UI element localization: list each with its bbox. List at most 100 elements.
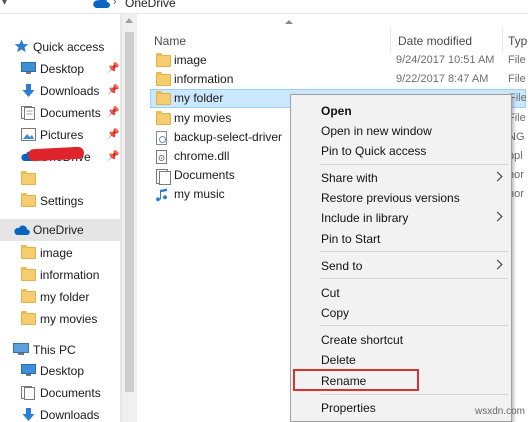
file-type: File f bbox=[508, 54, 528, 66]
file-name: Documents bbox=[174, 168, 235, 182]
cloud-icon bbox=[13, 225, 30, 239]
pin-icon[interactable]: 📌 bbox=[107, 151, 119, 162]
menu-item-label: Properties bbox=[321, 401, 376, 415]
menu-separator bbox=[320, 325, 508, 326]
nav-item-label: my movies bbox=[40, 312, 98, 326]
column-separator[interactable] bbox=[502, 28, 503, 52]
image-file-icon bbox=[156, 131, 171, 145]
nav-item-label: my folder bbox=[40, 290, 90, 304]
menu-item-label: Share with bbox=[321, 171, 378, 185]
folder-icon bbox=[21, 193, 36, 209]
column-separator[interactable] bbox=[390, 28, 391, 52]
pin-icon[interactable]: 📌 bbox=[107, 129, 119, 140]
nav-this-pc-label: This PC bbox=[33, 343, 76, 357]
breadcrumb-onedrive[interactable]: OneDrive bbox=[125, 0, 176, 10]
menu-separator bbox=[320, 394, 508, 395]
download-arrow-icon bbox=[22, 408, 37, 422]
nav-item-label: Downloads bbox=[40, 84, 100, 98]
computer-icon bbox=[13, 343, 29, 357]
menu-item-create-shortcut[interactable]: Create shortcut bbox=[293, 330, 509, 350]
menu-item-label: Open bbox=[321, 104, 352, 118]
nav-item-redacted-folder[interactable] bbox=[0, 168, 120, 190]
nav-pc-child[interactable]: Documents bbox=[0, 382, 120, 404]
menu-item-restore-versions[interactable]: Restore previous versions bbox=[293, 188, 509, 208]
nav-item-label: image bbox=[40, 246, 73, 260]
folder-icon bbox=[21, 289, 36, 305]
file-name: image bbox=[174, 53, 207, 67]
address-bar[interactable]: ▾ › OneDrive bbox=[0, 0, 528, 14]
desktop-icon bbox=[21, 364, 36, 378]
desktop-icon bbox=[21, 62, 36, 76]
nav-item-pictures[interactable]: Pictures 📌 bbox=[0, 124, 120, 146]
nav-onedrive-child[interactable]: my folder bbox=[0, 286, 120, 308]
nav-scrollbar[interactable] bbox=[121, 14, 137, 422]
menu-item-pin-start[interactable]: Pin to Start bbox=[293, 229, 509, 249]
nav-onedrive-child[interactable]: my movies bbox=[0, 308, 120, 330]
menu-item-open-new-window[interactable]: Open in new window bbox=[293, 121, 509, 141]
menu-item-label: Include in library bbox=[321, 211, 409, 225]
file-date: 9/24/2017 10:51 AM bbox=[396, 54, 495, 66]
nav-item-label: Documents bbox=[40, 106, 101, 120]
menu-item-delete[interactable]: Delete bbox=[293, 350, 509, 370]
folder-icon bbox=[21, 245, 36, 261]
documents-icon bbox=[21, 106, 36, 120]
file-name: my folder bbox=[174, 91, 224, 105]
navigation-pane: Quick access Desktop 📌 Downloads 📌 Docum… bbox=[0, 14, 120, 422]
folder-icon bbox=[21, 171, 36, 187]
menu-item-label: Delete bbox=[321, 353, 356, 367]
nav-onedrive-label: OneDrive bbox=[33, 223, 84, 237]
sort-arrow-icon bbox=[285, 20, 293, 24]
nav-item-documents[interactable]: Documents 📌 bbox=[0, 102, 120, 124]
menu-item-open[interactable]: Open bbox=[293, 101, 509, 121]
folder-icon bbox=[156, 72, 171, 88]
folder-icon bbox=[21, 267, 36, 283]
folder-icon bbox=[156, 53, 171, 69]
nav-item-downloads[interactable]: Downloads 📌 bbox=[0, 80, 120, 102]
menu-item-label: Send to bbox=[321, 259, 363, 273]
nav-onedrive-child[interactable]: image bbox=[0, 242, 120, 264]
menu-item-label: Pin to Start bbox=[321, 232, 381, 246]
menu-item-label: Copy bbox=[321, 306, 350, 320]
nav-item-label: Desktop bbox=[40, 364, 85, 378]
menu-item-copy[interactable]: Copy bbox=[293, 303, 509, 323]
chevron-down-icon[interactable]: ▾ bbox=[2, 0, 14, 11]
pin-icon[interactable]: 📌 bbox=[107, 107, 119, 118]
file-name: chrome.dll bbox=[174, 149, 230, 163]
nav-quick-access[interactable]: Quick access bbox=[0, 36, 120, 58]
file-type: File f bbox=[508, 73, 528, 85]
documents-icon bbox=[21, 386, 36, 400]
nav-this-pc[interactable]: This PC bbox=[0, 339, 120, 361]
pin-icon[interactable]: 📌 bbox=[107, 63, 119, 74]
file-name: information bbox=[174, 72, 234, 86]
file-row[interactable]: information 9/22/2017 8:47 AM File f bbox=[150, 70, 528, 89]
menu-item-label: Restore previous versions bbox=[321, 191, 460, 205]
dll-file-icon bbox=[156, 150, 171, 164]
nav-onedrive-child[interactable]: information bbox=[0, 264, 120, 286]
pictures-icon bbox=[21, 128, 36, 142]
file-row[interactable]: image 9/24/2017 10:51 AM File f bbox=[150, 51, 528, 70]
nav-pc-child[interactable]: Downloads bbox=[0, 404, 120, 422]
nav-item-desktop[interactable]: Desktop 📌 bbox=[0, 58, 120, 80]
menu-item-pin-quick-access[interactable]: Pin to Quick access bbox=[293, 141, 509, 161]
file-date: 9/22/2017 8:47 AM bbox=[396, 73, 489, 85]
menu-item-cut[interactable]: Cut bbox=[293, 283, 509, 303]
file-name: backup-select-driver bbox=[174, 130, 283, 144]
menu-separator bbox=[320, 278, 508, 279]
menu-item-share-with[interactable]: Share with bbox=[293, 168, 509, 188]
scroll-up-icon[interactable] bbox=[125, 18, 133, 23]
menu-item-send-to[interactable]: Send to bbox=[293, 256, 509, 276]
pin-icon[interactable]: 📌 bbox=[107, 85, 119, 96]
file-name: my music bbox=[174, 187, 225, 201]
breadcrumb-separator-icon: › bbox=[113, 0, 117, 8]
scroll-thumb[interactable] bbox=[125, 32, 134, 392]
context-menu: Open Open in new window Pin to Quick acc… bbox=[290, 94, 512, 422]
nav-pc-child[interactable]: Desktop bbox=[0, 360, 120, 382]
menu-item-include-library[interactable]: Include in library bbox=[293, 208, 509, 228]
menu-item-label: Open in new window bbox=[321, 124, 432, 138]
nav-item-label: Documents bbox=[40, 386, 101, 400]
menu-item-label: Create shortcut bbox=[321, 333, 404, 347]
folder-icon bbox=[21, 311, 36, 327]
nav-onedrive[interactable]: OneDrive bbox=[0, 219, 120, 241]
nav-item-settings[interactable]: Settings bbox=[0, 190, 120, 212]
rename-highlight-box bbox=[293, 369, 419, 391]
